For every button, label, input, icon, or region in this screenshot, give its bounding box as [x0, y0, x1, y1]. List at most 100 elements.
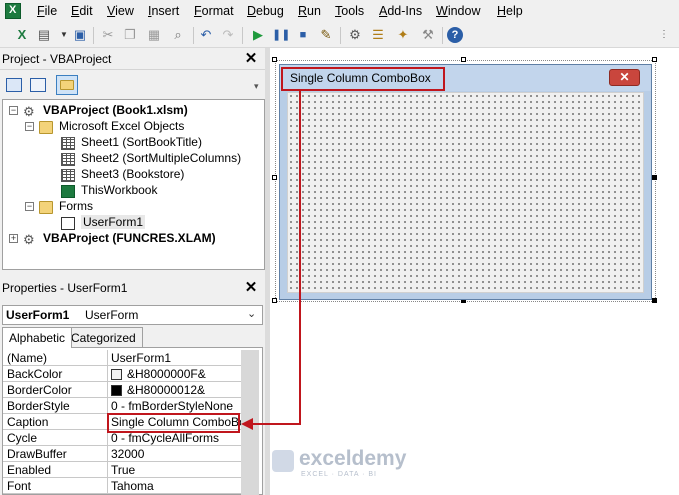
redo-icon[interactable]: ↷ [220, 27, 236, 43]
property-name: BorderStyle [7, 399, 70, 413]
toolbar-separator [242, 27, 243, 44]
property-name: Caption [7, 415, 49, 429]
excel-app-icon[interactable] [5, 3, 21, 19]
menu-format[interactable]: Format [194, 4, 234, 18]
arrow-head-icon [241, 418, 253, 430]
property-name: BackColor [7, 367, 63, 381]
resize-handle [652, 57, 657, 62]
expand-icon[interactable]: + [9, 234, 18, 243]
property-row[interactable]: BorderColor &H80000012& [3, 382, 241, 398]
toolbox-icon[interactable]: ⚒ [420, 27, 436, 43]
close-icon[interactable]: ✕ [243, 51, 259, 67]
object-selector[interactable]: UserForm1 UserForm ⌄ [2, 305, 263, 325]
color-swatch [111, 369, 122, 380]
property-value[interactable]: 32000 [111, 447, 144, 461]
property-value: &H80000012& [127, 383, 206, 397]
collapse-icon[interactable]: − [9, 106, 18, 115]
copy-icon[interactable]: ❐ [122, 27, 138, 43]
tree-node-vbaproject-funcres[interactable]: VBAProject (FUNCRES.XLAM) [43, 231, 216, 245]
menu-view[interactable]: View [107, 4, 134, 18]
design-mode-icon[interactable]: ✎ [318, 27, 334, 43]
toggle-folders-button[interactable] [56, 75, 78, 95]
project-tree[interactable]: − ⚙ VBAProject (Book1.xlsm) − Microsoft … [2, 99, 265, 270]
property-row[interactable]: Font Tahoma [3, 478, 241, 494]
reset-icon[interactable]: ■ [295, 27, 311, 43]
close-icon[interactable]: ✕ [243, 280, 259, 296]
property-row[interactable]: BorderStyle 0 - fmBorderStyleNone [3, 398, 241, 414]
cut-icon[interactable]: ✂ [100, 27, 116, 43]
property-value[interactable]: Tahoma [111, 479, 154, 493]
properties-window-icon[interactable]: ☰ [370, 27, 386, 43]
view-code-icon[interactable] [6, 78, 22, 92]
project-explorer-icon[interactable]: ⚙ [347, 27, 363, 43]
save-icon[interactable]: ▣ [72, 27, 88, 43]
toolbar-overflow-icon[interactable]: ⋮ [656, 27, 672, 43]
property-value-bordercolor[interactable]: &H80000012& [111, 383, 205, 397]
collapse-icon[interactable]: − [25, 122, 34, 131]
menu-edit[interactable]: Edit [71, 4, 93, 18]
find-icon[interactable]: ⌕ [170, 27, 186, 43]
tree-node-forms[interactable]: Forms [59, 199, 93, 213]
resize-handle [272, 57, 277, 62]
break-icon[interactable]: ❚❚ [272, 27, 290, 43]
worksheet-icon [61, 137, 75, 150]
property-value[interactable]: UserForm1 [111, 351, 171, 365]
toolbar-separator [442, 27, 443, 44]
property-row[interactable]: BackColor &H8000000F& [3, 366, 241, 382]
project-panel-title: Project - VBAProject [2, 52, 112, 66]
menu-window[interactable]: Window [436, 4, 480, 18]
folder-open-icon [39, 201, 53, 214]
tree-node-userform1[interactable]: UserForm1 [81, 215, 146, 229]
tree-node-sheet2[interactable]: Sheet2 (SortMultipleColumns) [81, 151, 241, 165]
menu-run[interactable]: Run [298, 4, 321, 18]
tree-node-excel-objects[interactable]: Microsoft Excel Objects [59, 119, 184, 133]
tab-alphabetic[interactable]: Alphabetic [2, 327, 73, 348]
exceldemy-logo-icon [272, 450, 294, 472]
object-type: UserForm [85, 308, 139, 322]
userform-icon [61, 217, 75, 230]
close-icon[interactable]: ✕ [609, 69, 640, 86]
caption-highlight-box [281, 67, 445, 91]
help-icon[interactable]: ? [447, 27, 463, 43]
chevron-down-icon[interactable]: ⌄ [247, 307, 256, 320]
menu-tools[interactable]: Tools [335, 4, 364, 18]
property-value[interactable]: 0 - fmBorderStyleNone [111, 399, 233, 413]
toolbar-separator [340, 27, 341, 44]
view-excel-icon[interactable]: X [14, 27, 30, 43]
tree-node-vbaproject-book1[interactable]: VBAProject (Book1.xlsm) [43, 103, 188, 117]
dropdown-arrow-icon[interactable]: ▼ [56, 27, 72, 43]
menu-debug[interactable]: Debug [247, 4, 284, 18]
view-object-icon[interactable] [30, 78, 46, 92]
scroll-arrow-icon: ▾ [254, 81, 259, 91]
watermark-tagline: EXCEL · DATA · BI [301, 471, 377, 478]
collapse-icon[interactable]: − [25, 202, 34, 211]
tab-categorized[interactable]: Categorized [64, 327, 143, 347]
paste-icon[interactable]: ▦ [146, 27, 162, 43]
properties-tabs: Alphabetic Categorized [0, 327, 265, 349]
toolbar-separator [193, 27, 194, 44]
property-row[interactable]: Enabled True [3, 462, 241, 478]
undo-icon[interactable]: ↶ [198, 27, 214, 43]
property-value-backcolor[interactable]: &H8000000F& [111, 367, 206, 381]
menu-add-ins[interactable]: Add-Ins [379, 4, 422, 18]
resize-handle[interactable] [652, 175, 657, 180]
insert-userform-icon[interactable]: ▤ [36, 27, 52, 43]
resize-handle[interactable] [652, 298, 657, 303]
run-icon[interactable]: ▶ [250, 27, 266, 43]
property-value[interactable]: True [111, 463, 135, 477]
property-row[interactable]: (Name) UserForm1 [3, 350, 241, 366]
tree-node-thisworkbook[interactable]: ThisWorkbook [81, 183, 157, 197]
annotation-connector [252, 423, 301, 425]
menu-insert[interactable]: Insert [148, 4, 179, 18]
property-name: Enabled [7, 463, 52, 477]
menu-help[interactable]: Help [497, 4, 523, 18]
tree-node-sheet3[interactable]: Sheet3 (Bookstore) [81, 167, 184, 181]
userform-grid[interactable] [287, 92, 644, 293]
menu-file[interactable]: File [37, 4, 57, 18]
property-name: Cycle [7, 431, 38, 445]
object-browser-icon[interactable]: ✦ [395, 27, 411, 43]
property-row[interactable]: DrawBuffer 32000 [3, 446, 241, 462]
property-value[interactable]: 0 - fmCycleAllForms [111, 431, 219, 445]
color-swatch [111, 385, 122, 396]
tree-node-sheet1[interactable]: Sheet1 (SortBookTitle) [81, 135, 202, 149]
